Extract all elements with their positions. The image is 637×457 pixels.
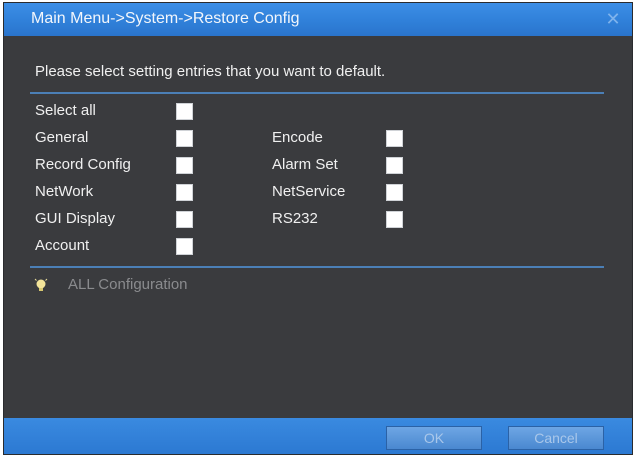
general-checkbox[interactable]	[176, 130, 193, 147]
alarm-set-label: Alarm Set	[272, 156, 338, 173]
netservice-checkbox[interactable]	[386, 184, 403, 201]
title-bar: Main Menu->System->Restore Config ✕	[4, 3, 632, 36]
cancel-button[interactable]: Cancel	[508, 426, 604, 450]
button-bar: OK Cancel	[4, 418, 632, 454]
divider-bottom	[30, 266, 604, 268]
general-label: General	[35, 129, 89, 146]
record-config-label: Record Config	[35, 156, 131, 173]
close-icon[interactable]: ✕	[604, 10, 622, 28]
ok-button[interactable]: OK	[386, 426, 482, 450]
network-checkbox[interactable]	[176, 184, 193, 201]
account-label: Account	[35, 237, 90, 254]
select-all-label: Select all	[35, 102, 96, 119]
select-all-checkbox[interactable]	[176, 103, 193, 120]
lightbulb-icon	[34, 278, 48, 291]
encode-label: Encode	[272, 129, 323, 146]
all-configuration-label: ALL Configuration	[68, 276, 188, 293]
rs232-label: RS232	[272, 210, 318, 227]
gui-display-label: GUI Display	[35, 210, 116, 227]
alarm-set-checkbox[interactable]	[386, 157, 403, 174]
divider-top	[30, 92, 604, 94]
instruction-text: Please select setting entries that you w…	[35, 63, 386, 80]
restore-config-dialog: Main Menu->System->Restore Config ✕ Plea…	[3, 2, 633, 455]
netservice-label: NetService	[272, 183, 346, 200]
record-config-checkbox[interactable]	[176, 157, 193, 174]
encode-checkbox[interactable]	[386, 130, 403, 147]
gui-display-checkbox[interactable]	[176, 211, 193, 228]
rs232-checkbox[interactable]	[386, 211, 403, 228]
dialog-title: Main Menu->System->Restore Config	[31, 10, 300, 27]
network-label: NetWork	[35, 183, 94, 200]
account-checkbox[interactable]	[176, 238, 193, 255]
